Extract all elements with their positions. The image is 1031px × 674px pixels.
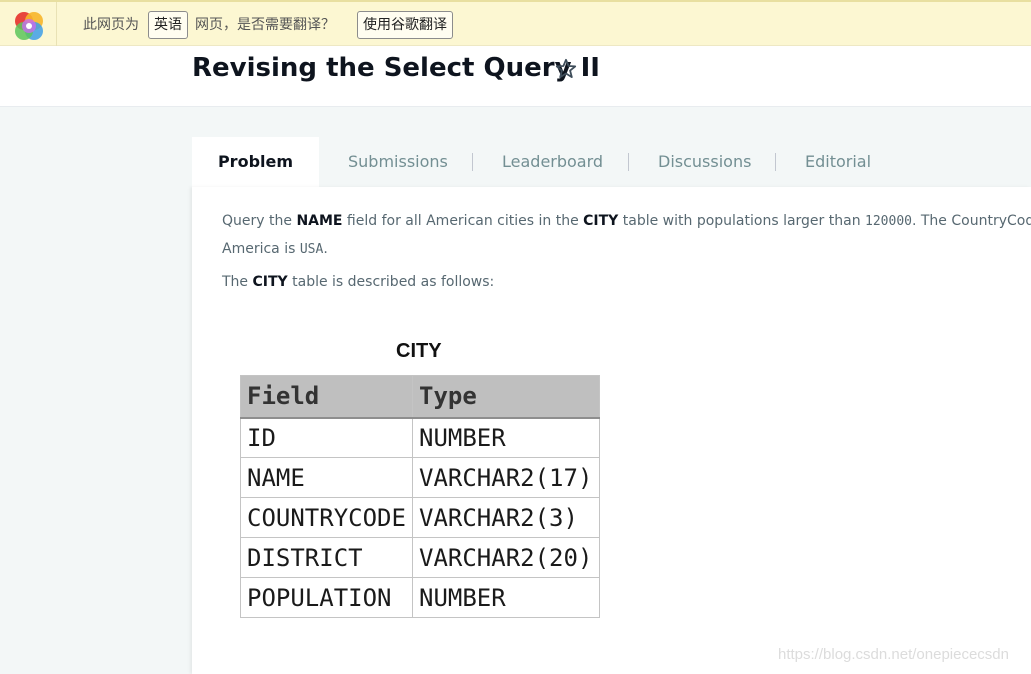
table-cell: POPULATION xyxy=(240,577,413,618)
column-header: Type xyxy=(412,375,600,419)
table-row: POPULATION NUMBER xyxy=(240,577,600,618)
table-cell: ID xyxy=(240,417,413,458)
translate-question: 网页，是否需要翻译？ xyxy=(195,17,335,33)
text: table is described as follows: xyxy=(287,274,495,290)
table-header-row: Field Type xyxy=(240,375,600,419)
challenge-header: Revising the Select Query II xyxy=(0,46,1031,107)
source-language-button[interactable]: 英语 xyxy=(148,11,188,39)
column-header: Field xyxy=(240,375,413,419)
table-row: COUNTRYCODE VARCHAR2(3) xyxy=(240,497,600,538)
table-cell: COUNTRYCODE xyxy=(240,497,413,538)
text: . xyxy=(323,241,328,257)
country-code: USA xyxy=(299,242,324,257)
problem-paragraph-1-cont: America is USA. xyxy=(222,235,328,264)
table-cell: DISTRICT xyxy=(240,537,413,578)
table-cell: NAME xyxy=(240,457,413,498)
tab-divider xyxy=(472,153,473,171)
table-row: ID NUMBER xyxy=(240,417,600,458)
translate-bar: 此网页为 英语 网页，是否需要翻译？ 使用谷歌翻译 xyxy=(0,0,1031,46)
population-threshold: 120000 xyxy=(865,214,912,229)
table-cell: VARCHAR2(3) xyxy=(412,497,600,538)
tab-editorial[interactable]: Editorial xyxy=(805,137,871,187)
table-name: CITY xyxy=(252,274,288,290)
text: The xyxy=(222,274,253,290)
table-cell: VARCHAR2(17) xyxy=(412,457,600,498)
watermark: https://blog.csdn.net/onepiececsdn xyxy=(778,646,1009,663)
table-cell: NUMBER xyxy=(412,577,600,618)
table-row: NAME VARCHAR2(17) xyxy=(240,457,600,498)
translate-button[interactable]: 使用谷歌翻译 xyxy=(357,11,453,39)
challenge-tabs: Problem Submissions Leaderboard Discussi… xyxy=(192,137,1031,187)
tab-discussions[interactable]: Discussions xyxy=(658,137,751,187)
tab-leaderboard[interactable]: Leaderboard xyxy=(502,137,603,187)
tab-divider xyxy=(775,153,776,171)
problem-statement: Query the NAME field for all American ci… xyxy=(192,187,1031,674)
table-row: DISTRICT VARCHAR2(20) xyxy=(240,537,600,578)
translate-logo-area xyxy=(0,2,57,46)
table-name: CITY xyxy=(583,213,619,229)
field-name: NAME xyxy=(296,213,343,229)
tab-problem[interactable]: Problem xyxy=(192,137,319,187)
text: Query the xyxy=(222,213,297,229)
page-title: Revising the Select Query II xyxy=(192,53,600,83)
bookmark-star-icon[interactable] xyxy=(554,57,578,81)
table-cell: VARCHAR2(20) xyxy=(412,537,600,578)
problem-paragraph-2: The CITY table is described as follows: xyxy=(222,268,494,296)
translate-prefix: 此网页为 xyxy=(83,17,139,33)
tab-submissions[interactable]: Submissions xyxy=(348,137,448,187)
city-table-caption: CITY xyxy=(396,340,442,362)
browser-logo-icon xyxy=(15,12,43,40)
problem-paragraph-1: Query the NAME field for all American ci… xyxy=(222,207,1031,236)
tab-divider xyxy=(628,153,629,171)
city-schema-table: Field Type ID NUMBER NAME VARCHAR2(17) C… xyxy=(240,375,600,618)
text: field for all American cities in the xyxy=(342,213,584,229)
text: table with populations larger than xyxy=(618,213,866,229)
text: America is xyxy=(222,241,300,257)
table-cell: NUMBER xyxy=(412,417,600,458)
text: . The CountryCode for xyxy=(911,213,1031,229)
